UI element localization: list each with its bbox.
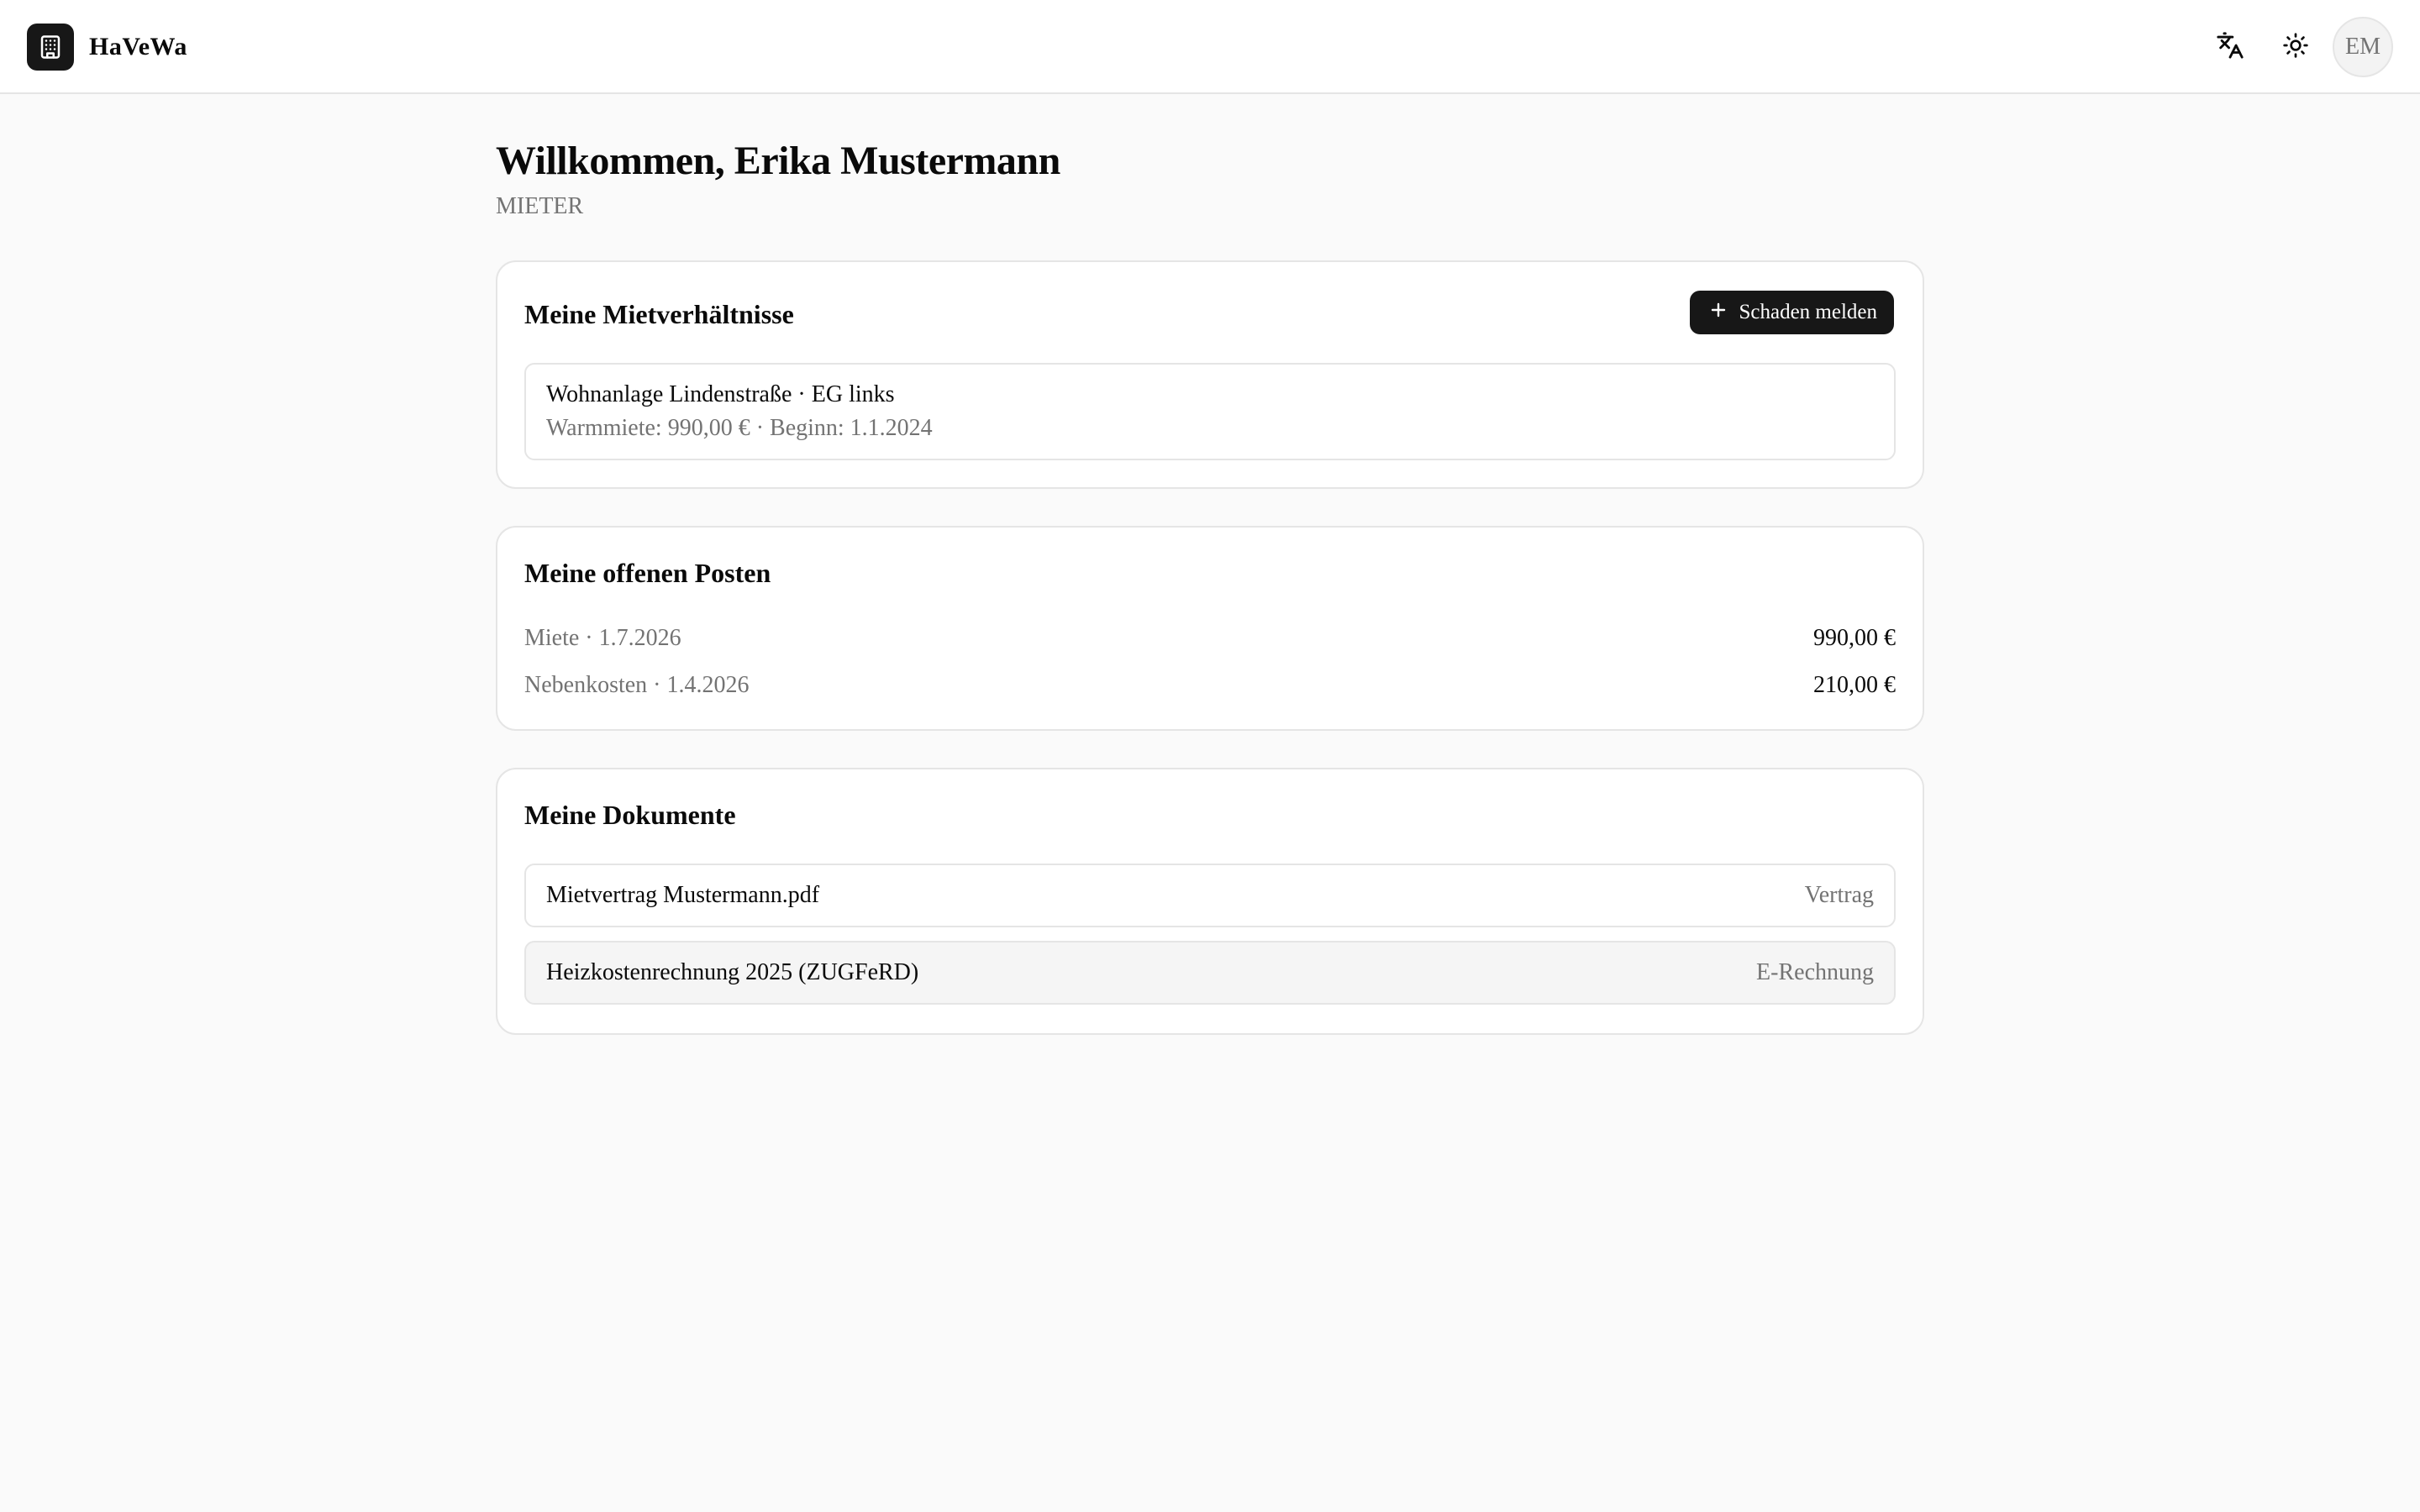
open-item-row: Miete · 1.7.2026 990,00 €	[524, 622, 1896, 655]
document-name: Heizkostenrechnung 2025 (ZUGFeRD)	[546, 959, 919, 985]
rental-item[interactable]: Wohnanlage Lindenstraße · EG links Warmm…	[524, 363, 1896, 460]
main-content: Willkommen, Erika Mustermann MIETER Mein…	[496, 134, 1924, 1035]
document-row[interactable]: Heizkostenrechnung 2025 (ZUGFeRD) E-Rech…	[524, 941, 1896, 1005]
open-item-amount: 210,00 €	[1813, 672, 1896, 698]
document-type: Vertrag	[1804, 882, 1874, 908]
page-title: Willkommen, Erika Mustermann	[496, 139, 1060, 183]
report-damage-label: Schaden melden	[1739, 301, 1877, 323]
building-icon	[27, 24, 74, 71]
rental-name: Wohnanlage Lindenstraße · EG links	[546, 381, 895, 407]
rentals-card: Meine Mietverhältnisse Schaden melden Wo…	[496, 260, 1924, 489]
documents-card: Meine Dokumente Mietvertrag Mustermann.p…	[496, 768, 1924, 1035]
avatar[interactable]: EM	[2333, 17, 2393, 77]
open-items-title: Meine offenen Posten	[524, 558, 771, 588]
document-name: Mietvertrag Mustermann.pdf	[546, 882, 820, 908]
report-damage-button[interactable]: Schaden melden	[1690, 291, 1894, 334]
user-role: MIETER	[496, 193, 584, 219]
header-actions: EM	[2200, 17, 2393, 77]
top-bar: HaVeWa EM	[0, 0, 2420, 94]
rental-meta: Warmmiete: 990,00 € · Beginn: 1.1.2024	[546, 415, 933, 441]
theme-toggle-button[interactable]	[2265, 17, 2326, 77]
open-item-amount: 990,00 €	[1813, 625, 1896, 651]
document-row[interactable]: Mietvertrag Mustermann.pdf Vertrag	[524, 864, 1896, 927]
open-items-card: Meine offenen Posten Miete · 1.7.2026 99…	[496, 526, 1924, 731]
open-item-label: Nebenkosten · 1.4.2026	[524, 672, 750, 698]
rentals-title: Meine Mietverhältnisse	[524, 299, 794, 329]
language-button[interactable]	[2200, 17, 2260, 77]
open-item-label: Miete · 1.7.2026	[524, 625, 681, 651]
open-item-row: Nebenkosten · 1.4.2026 210,00 €	[524, 669, 1896, 702]
document-type: E-Rechnung	[1756, 959, 1874, 985]
brand[interactable]: HaVeWa	[27, 24, 187, 71]
app-name: HaVeWa	[89, 33, 187, 60]
documents-title: Meine Dokumente	[524, 800, 736, 830]
sun-icon	[2282, 32, 2309, 63]
plus-icon	[1708, 300, 1728, 326]
translate-icon	[2216, 31, 2244, 64]
